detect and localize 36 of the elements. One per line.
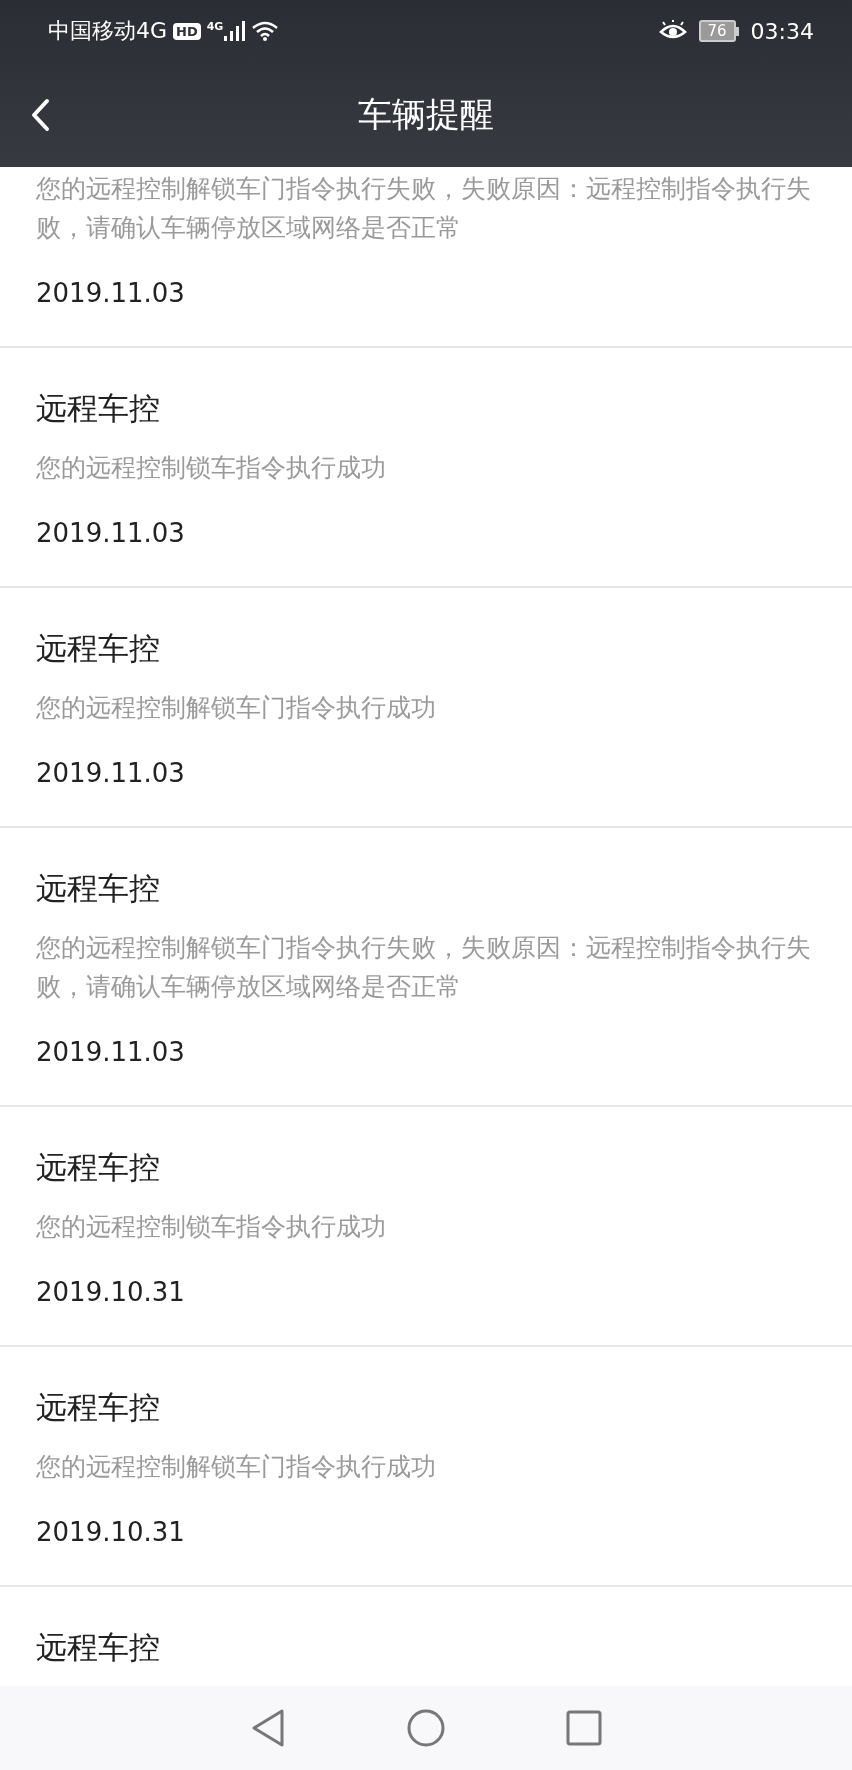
message-title: 远程车控: [36, 629, 161, 668]
message-item[interactable]: 远程车控 您的远程控制解锁车门指令执行成功 2019.10.31: [0, 1347, 852, 1587]
signal-icon: [223, 20, 246, 42]
message-title: 远程车控: [36, 389, 161, 428]
message-date: 2019.11.03: [36, 757, 186, 790]
hd-badge: HD: [173, 22, 201, 40]
message-date: 2019.10.31: [36, 1276, 186, 1309]
message-text: 您的远程控制锁车指令执行成功: [36, 1211, 387, 1243]
message-title: 远程车控: [36, 1388, 161, 1427]
message-text: 您的远程控制解锁车门指令执行失败，失败原因：远程控制指令执行失败，请确认车辆停放区域网络是否正常: [36, 173, 812, 244]
back-triangle-icon[interactable]: [250, 1708, 286, 1748]
message-title: 远程车控: [36, 869, 161, 908]
message-title: 远程车控: [36, 1148, 161, 1187]
network-label: 4G: [206, 20, 224, 33]
message-item[interactable]: 您的远程控制解锁车门指令执行失败，失败原因：远程控制指令执行失败，请确认车辆停放区域网络是否正常 2019.11.03: [0, 167, 852, 348]
clock-time: 03:34: [750, 18, 814, 44]
message-item[interactable]: 远程车控 您的远程控制解锁车门指令执行失败，失败原因：远程控制指令执行失败，请确认车辆停放区域网络是否正常 2019.11.03: [0, 828, 852, 1107]
home-circle-icon[interactable]: [406, 1708, 446, 1748]
page-title: 车辆提醒: [358, 92, 494, 136]
message-item[interactable]: 远程车控 您的远程控制锁车指令执行成功 2019.11.03: [0, 348, 852, 588]
wifi-icon: [251, 20, 280, 42]
message-item[interactable]: 远程车控 您的远程控制解锁车门指令执行成功 2019.11.03: [0, 588, 852, 828]
recents-square-icon[interactable]: [566, 1710, 602, 1746]
message-text: 您的远程控制解锁车门指令执行成功: [36, 1451, 437, 1483]
battery-level: 76: [698, 20, 736, 42]
carrier-text: 中国移动4G: [48, 17, 168, 45]
message-text: 您的远程控制锁车指令执行成功: [36, 452, 387, 484]
message-date: 2019.10.31: [36, 1516, 186, 1549]
message-date: 2019.11.03: [36, 277, 186, 310]
message-text: 您的远程控制解锁车门指令执行失败，失败原因：远程控制指令执行失败，请确认车辆停放区域网络是否正常: [36, 932, 812, 1003]
message-date: 2019.11.03: [36, 1036, 186, 1069]
message-text: 您的远程控制解锁车门指令执行成功: [36, 692, 437, 724]
message-date: 2019.11.03: [36, 517, 186, 550]
back-icon[interactable]: [30, 98, 50, 132]
message-title: 远程车控: [36, 1628, 161, 1667]
message-item[interactable]: 远程车控 您的远程控制锁车指令执行成功 2019.10.31: [0, 1107, 852, 1347]
